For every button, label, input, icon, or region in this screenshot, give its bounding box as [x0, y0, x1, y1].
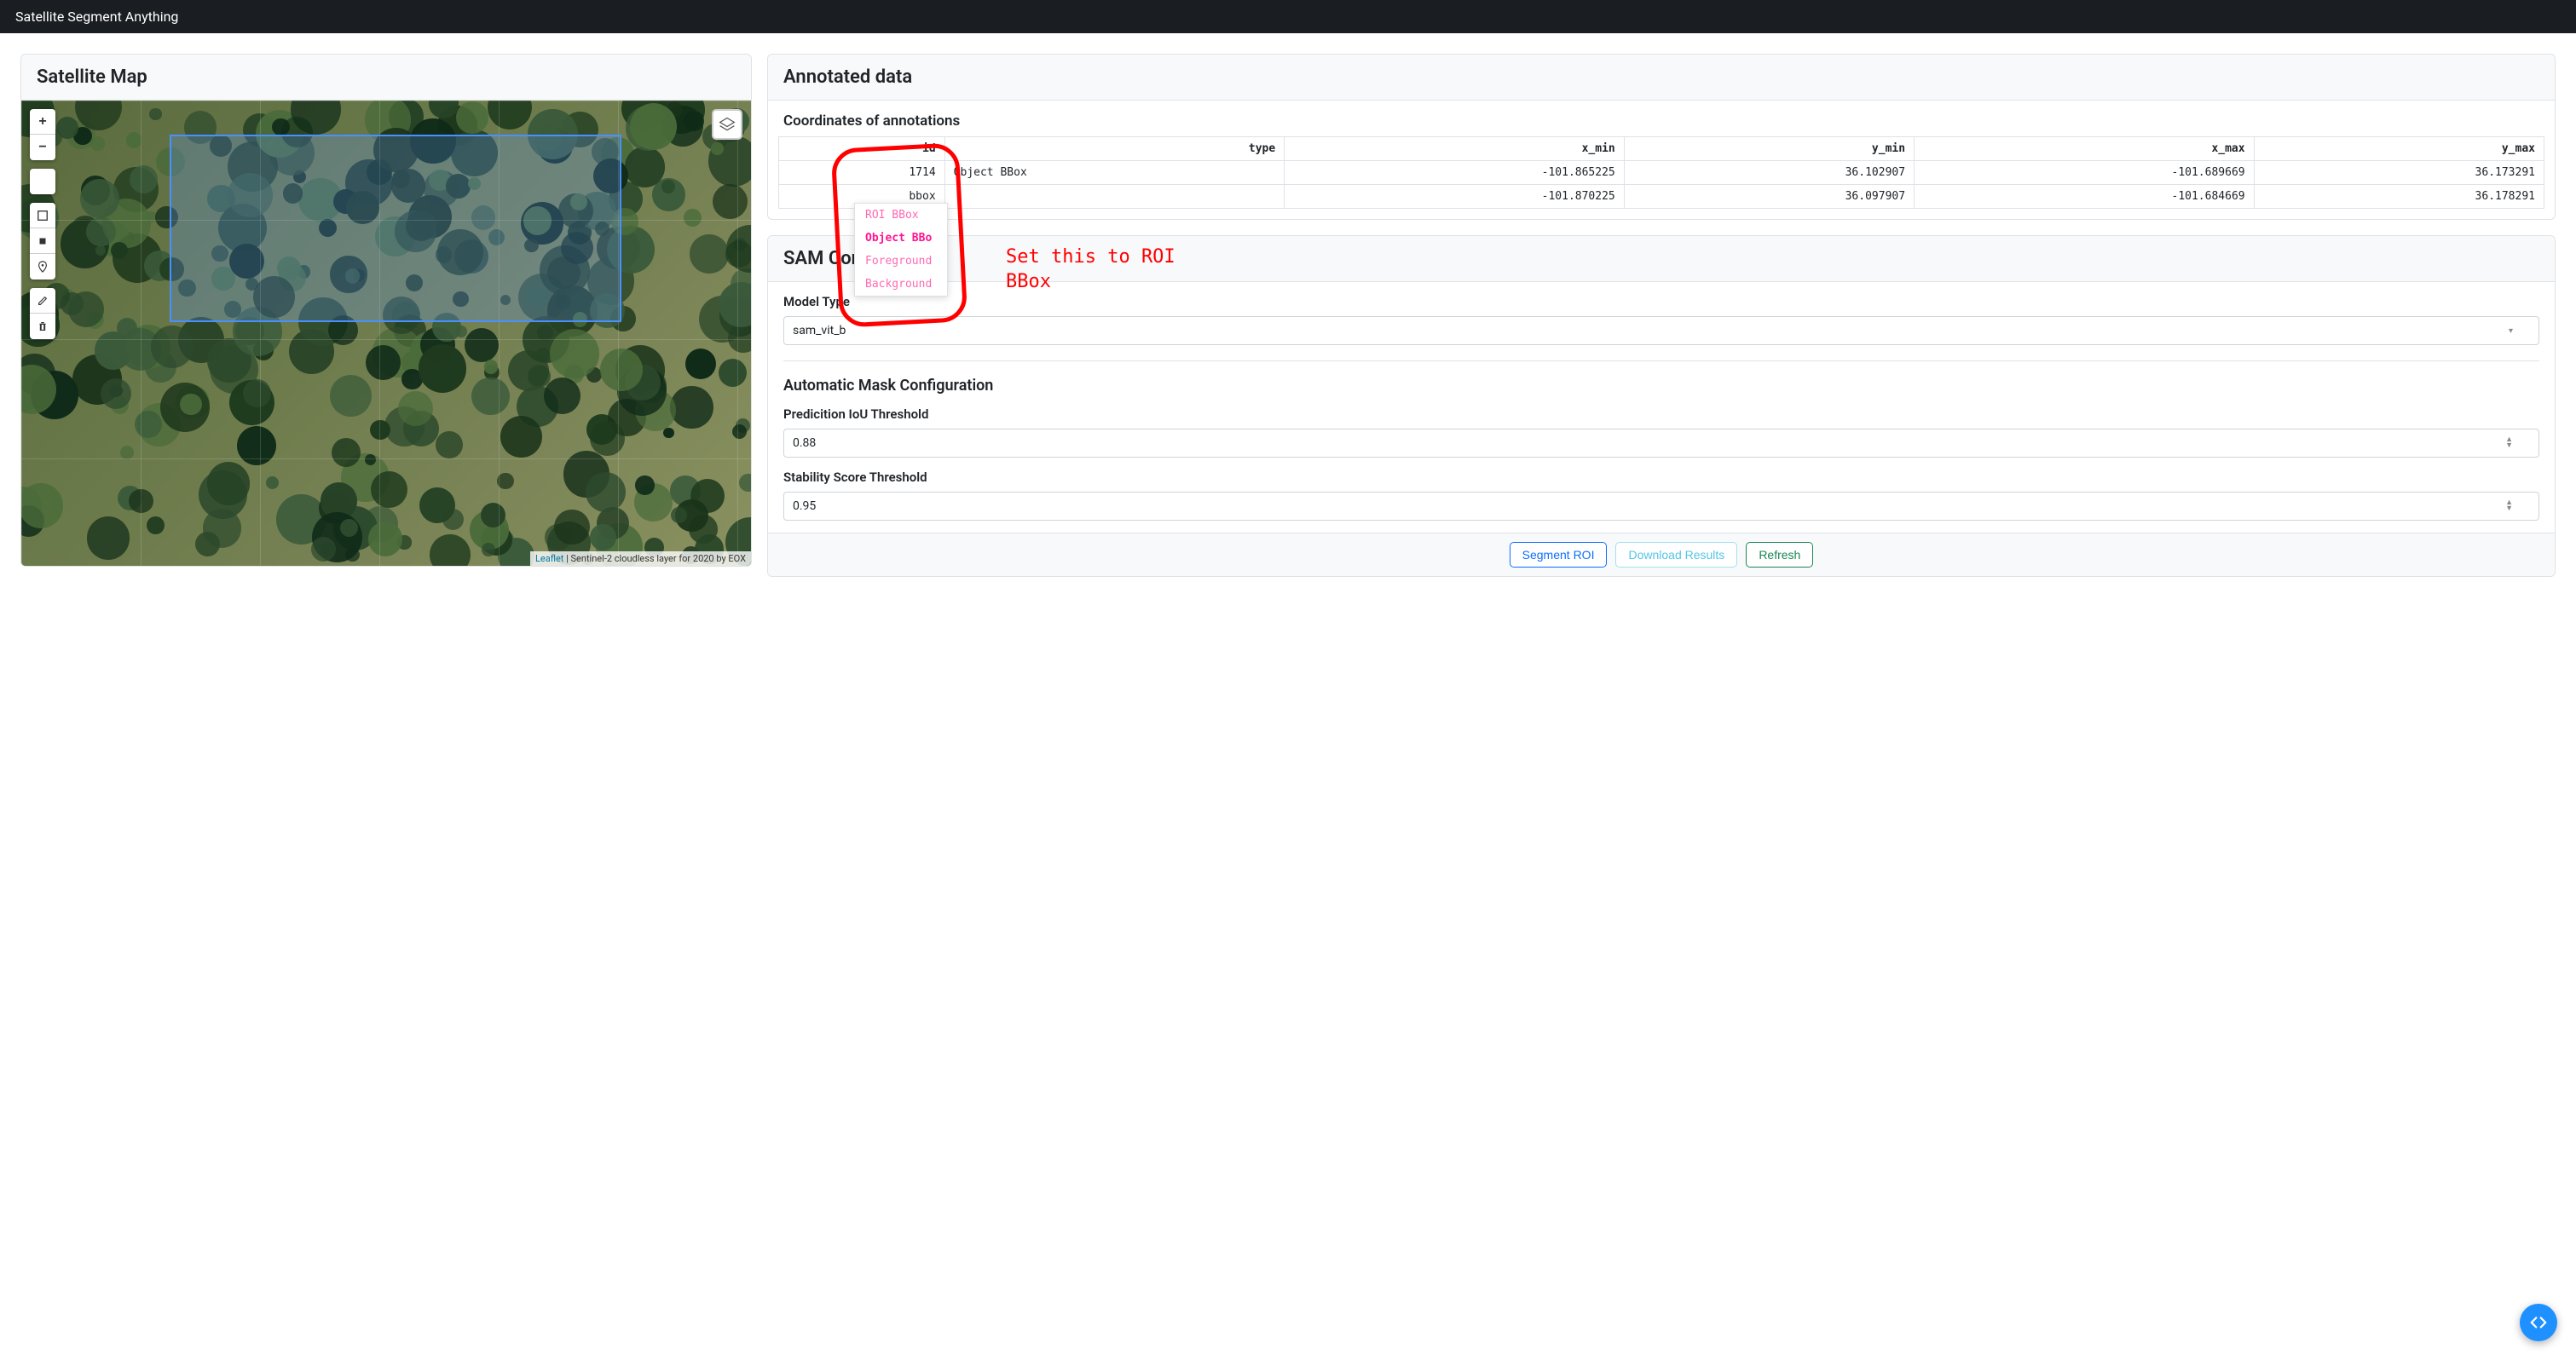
delete-layers-button[interactable] — [30, 314, 55, 339]
annotations-table: id type x_min y_min x_max y_max 1714 Obj… — [778, 136, 2544, 209]
col-xmax: x_max — [1915, 137, 2255, 161]
annotated-panel-title: Annotated data — [768, 55, 2555, 101]
table-row[interactable]: 1714 Object BBox -101.865225 36.102907 -… — [779, 161, 2544, 185]
map-attribution: Leaflet | Sentinel-2 cloudless layer for… — [530, 551, 751, 566]
layers-control-button[interactable] — [712, 109, 742, 140]
roi-selection-box[interactable] — [170, 135, 621, 322]
dropdown-option[interactable]: Foreground — [855, 250, 947, 273]
annotated-data-panel: Annotated data Coordinates of annotation… — [767, 54, 2556, 220]
draw-square-button[interactable] — [30, 228, 55, 254]
dropdown-option[interactable]: Object BBo — [855, 227, 947, 250]
stepper-icon[interactable]: ▲▼ — [2505, 500, 2513, 512]
col-ymax: y_max — [2254, 137, 2544, 161]
model-type-select[interactable]: sam_vit_b ▾ — [783, 316, 2539, 345]
code-icon — [2529, 1313, 2548, 1332]
col-ymin: y_min — [1624, 137, 1914, 161]
zoom-out-button[interactable]: − — [30, 135, 55, 160]
stability-threshold-input[interactable]: 0.95 ▲▼ — [783, 492, 2539, 521]
code-toggle-button[interactable] — [2520, 1304, 2557, 1341]
stability-threshold-label: Stability Score Threshold — [783, 470, 2539, 485]
iou-threshold-input[interactable]: 0.88 ▲▼ — [783, 429, 2539, 458]
hand-annotation-text: Set this to ROI BBox — [1006, 245, 1210, 294]
edit-layers-button[interactable] — [30, 288, 55, 314]
zoom-in-button[interactable]: + — [30, 109, 55, 135]
table-row[interactable]: bbox -101.870225 36.097907 -101.684669 3… — [779, 185, 2544, 209]
map-home-button[interactable] — [30, 169, 55, 194]
app-title-bar: Satellite Segment Anything — [0, 0, 2576, 33]
satellite-map-panel: Satellite Map // placeholder — real draw… — [20, 54, 752, 567]
map-panel-title: Satellite Map — [21, 55, 751, 101]
download-results-button[interactable]: Download Results — [1615, 542, 1737, 568]
leaflet-link[interactable]: Leaflet — [535, 553, 563, 564]
action-footer: Segment ROI Download Results Refresh — [768, 533, 2555, 576]
col-xmin: x_min — [1285, 137, 1625, 161]
stepper-icon[interactable]: ▲▼ — [2505, 437, 2513, 449]
refresh-button[interactable]: Refresh — [1746, 542, 1813, 568]
dropdown-option[interactable]: Background — [855, 273, 947, 296]
divider — [783, 360, 2539, 361]
segment-roi-button[interactable]: Segment ROI — [1510, 542, 1608, 568]
chevron-down-icon: ▾ — [2509, 326, 2513, 336]
type-dropdown-menu[interactable]: ROI BBoxObject BBoForegroundBackground — [854, 203, 948, 297]
draw-rectangle-button[interactable] — [30, 203, 55, 228]
type-cell[interactable] — [944, 185, 1285, 209]
dropdown-option[interactable]: ROI BBox — [855, 204, 947, 227]
type-cell[interactable]: Object BBox — [944, 161, 1285, 185]
auto-mask-header: Automatic Mask Configuration — [783, 377, 2539, 395]
col-type: type — [944, 137, 1285, 161]
app-title: Satellite Segment Anything — [15, 9, 178, 25]
model-type-label: Model Type — [783, 294, 2539, 309]
coordinates-subhead: Coordinates of annotations — [768, 101, 2555, 136]
draw-marker-button[interactable] — [30, 254, 55, 279]
iou-threshold-label: Predicition IoU Threshold — [783, 406, 2539, 422]
map-canvas[interactable]: // placeholder — real drawing done after… — [21, 101, 751, 566]
